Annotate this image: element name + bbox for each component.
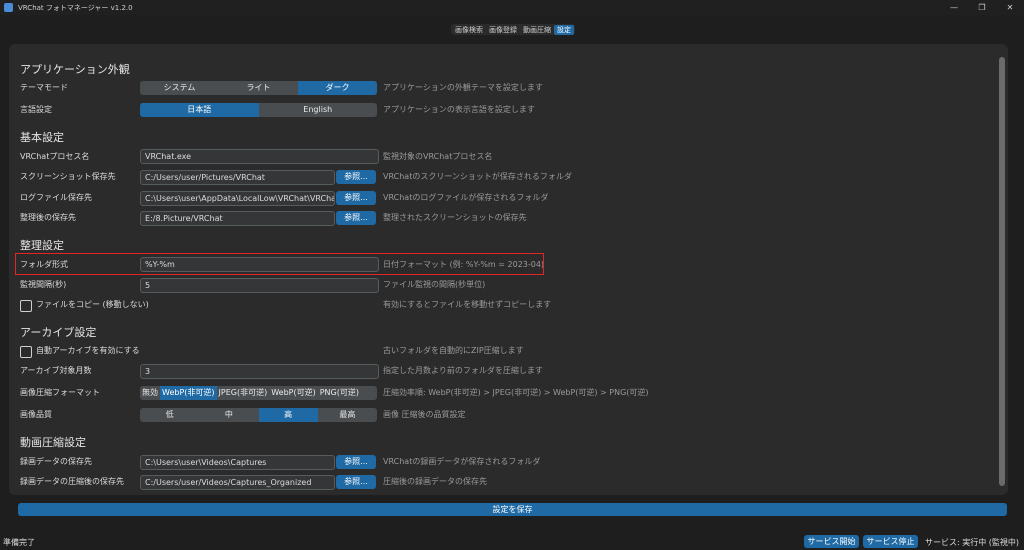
archive-months-input[interactable]: 3 <box>140 364 379 379</box>
title-bar: VRChat フォトマネージャー v1.2.0 — ❐ ✕ <box>0 0 1024 15</box>
quality-option-highest[interactable]: 最高 <box>318 408 377 422</box>
video-source-desc: VRChatの録画データが保存されるフォルダ <box>383 457 541 466</box>
organized-folder-input[interactable]: E:/8.Picture/VRChat <box>140 211 335 226</box>
image-quality-label: 画像品質 <box>20 410 52 419</box>
video-dest-browse-button[interactable]: 参照... <box>336 475 376 489</box>
folder-format-highlight <box>15 253 544 275</box>
image-quality-desc: 画像 圧縮後の品質設定 <box>383 410 466 419</box>
copy-files-label[interactable]: ファイルをコピー (移動しない) <box>36 298 149 312</box>
archive-months-desc: 指定した月数より前のフォルダを圧縮します <box>383 366 543 375</box>
tab-image-search[interactable]: 画像検索 <box>452 25 486 35</box>
section-organize-heading: 整理設定 <box>20 239 64 252</box>
image-format-selector: 無効 WebP(非可逆) JPEG(非可逆) WebP(可逆) PNG(可逆) <box>140 386 377 400</box>
theme-option-light[interactable]: ライト <box>219 81 298 95</box>
video-source-browse-button[interactable]: 参照... <box>336 455 376 469</box>
theme-option-dark[interactable]: ダーク <box>298 81 377 95</box>
screenshot-browse-button[interactable]: 参照... <box>336 170 376 184</box>
language-label: 言語設定 <box>20 105 52 114</box>
language-option-japanese[interactable]: 日本語 <box>140 103 259 117</box>
format-option-png-lossless[interactable]: PNG(可逆) <box>318 386 361 400</box>
language-selector: 日本語 English <box>140 103 377 117</box>
tab-settings[interactable]: 設定 <box>554 24 574 35</box>
theme-mode-label: テーマモード <box>20 83 68 92</box>
tab-video-compress[interactable]: 動画圧縮 <box>520 25 554 35</box>
logfile-folder-desc: VRChatのログファイルが保存されるフォルダ <box>383 193 549 202</box>
language-option-english[interactable]: English <box>259 103 378 117</box>
auto-archive-desc: 古いフォルダを自動的にZIP圧縮します <box>383 346 524 355</box>
service-stop-button[interactable]: サービス停止 <box>863 535 918 548</box>
organized-folder-label: 整理後の保存先 <box>20 213 76 222</box>
auto-archive-checkbox[interactable] <box>20 346 32 358</box>
screenshot-folder-input[interactable]: C:/Users/user/Pictures/VRChat <box>140 170 335 185</box>
window-controls: — ❐ ✕ <box>940 0 1024 15</box>
image-format-desc: 圧縮効率順: WebP(非可逆) > JPEG(非可逆) > WebP(可逆) … <box>383 388 649 397</box>
process-name-input[interactable]: VRChat.exe <box>140 149 379 164</box>
archive-months-label: アーカイブ対象月数 <box>20 366 92 375</box>
status-text: 準備完了 <box>3 538 35 547</box>
section-archive-heading: アーカイブ設定 <box>20 326 97 339</box>
interval-input[interactable]: 5 <box>140 278 379 293</box>
maximize-icon[interactable]: ❐ <box>968 0 996 15</box>
theme-mode-selector: システム ライト ダーク <box>140 81 377 95</box>
image-format-label: 画像圧縮フォーマット <box>20 388 100 397</box>
process-name-desc: 監視対象のVRChatプロセス名 <box>383 152 493 161</box>
screenshot-folder-desc: VRChatのスクリーンショットが保存されるフォルダ <box>383 172 572 181</box>
save-settings-button[interactable]: 設定を保存 <box>18 503 1007 516</box>
copy-files-checkbox[interactable] <box>20 300 32 312</box>
quality-option-low[interactable]: 低 <box>140 408 199 422</box>
logfile-browse-button[interactable]: 参照... <box>336 191 376 205</box>
tab-bar: 画像検索 画像登録 動画圧縮 設定 <box>451 24 575 35</box>
organized-folder-desc: 整理されたスクリーンショットの保存先 <box>383 213 527 222</box>
process-name-label: VRChatプロセス名 <box>20 152 90 161</box>
section-appearance-heading: アプリケーション外観 <box>20 63 130 76</box>
auto-archive-label[interactable]: 自動アーカイブを有効にする <box>36 344 140 358</box>
theme-option-system[interactable]: システム <box>140 81 219 95</box>
format-option-disabled[interactable]: 無効 <box>140 386 160 400</box>
close-icon[interactable]: ✕ <box>996 0 1024 15</box>
section-video-heading: 動画圧縮設定 <box>20 436 86 449</box>
organized-browse-button[interactable]: 参照... <box>336 211 376 225</box>
screenshot-folder-label: スクリーンショット保存先 <box>20 172 116 181</box>
tab-image-register[interactable]: 画像登録 <box>486 25 520 35</box>
logfile-folder-label: ログファイル保存先 <box>20 193 92 202</box>
quality-option-high[interactable]: 高 <box>258 408 318 422</box>
theme-mode-desc: アプリケーションの外観テーマを設定します <box>383 83 543 92</box>
format-option-webp-lossy[interactable]: WebP(非可逆) <box>160 386 217 400</box>
video-dest-desc: 圧縮後の録画データの保存先 <box>383 477 487 486</box>
scrollbar[interactable] <box>999 57 1005 486</box>
quality-option-medium[interactable]: 中 <box>199 408 258 422</box>
app-icon <box>4 3 13 12</box>
copy-files-desc: 有効にするとファイルを移動せずコピーします <box>383 300 552 309</box>
image-quality-selector: 低 中 高 最高 <box>140 408 377 422</box>
interval-desc: ファイル監視の間隔(秒単位) <box>383 280 486 289</box>
service-status: サービス: 実行中 (監視中) <box>925 538 1020 547</box>
logfile-folder-input[interactable]: C:\Users\user\AppData\LocalLow\VRChat\VR… <box>140 191 335 206</box>
language-desc: アプリケーションの表示言語を設定します <box>383 105 535 114</box>
section-basic-heading: 基本設定 <box>20 131 64 144</box>
video-dest-label: 録画データの圧縮後の保存先 <box>20 477 124 486</box>
format-option-webp-lossless[interactable]: WebP(可逆) <box>269 386 318 400</box>
format-option-jpeg-lossy[interactable]: JPEG(非可逆) <box>217 386 270 400</box>
video-source-label: 録画データの保存先 <box>20 457 92 466</box>
video-source-input[interactable]: C:\Users\user\Videos\Captures <box>140 455 335 470</box>
service-start-button[interactable]: サービス開始 <box>804 535 859 548</box>
video-dest-input[interactable]: C:/Users/user/Videos/Captures_Organized <box>140 475 335 490</box>
window-title: VRChat フォトマネージャー v1.2.0 <box>18 3 133 12</box>
interval-label: 監視間隔(秒) <box>20 280 67 289</box>
minimize-icon[interactable]: — <box>940 0 968 15</box>
